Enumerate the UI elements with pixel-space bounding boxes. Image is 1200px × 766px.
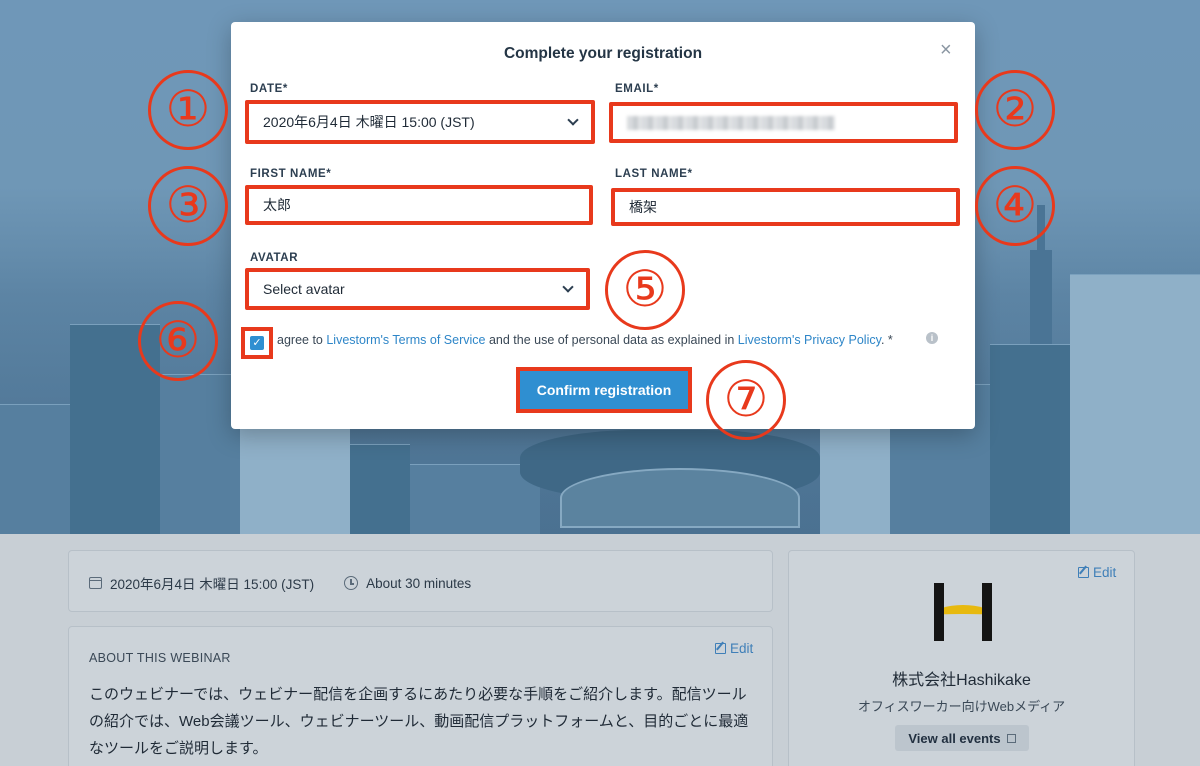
annotation-5: ⑤ xyxy=(605,250,685,330)
edit-label: Edit xyxy=(730,641,754,656)
last-name-field[interactable]: 橋架 xyxy=(611,188,960,226)
about-webinar-card: ABOUT THIS WEBINAR Edit このウェビナーでは、ウェビナー配… xyxy=(68,626,773,766)
building xyxy=(160,374,240,534)
about-edit-link[interactable]: Edit xyxy=(715,641,753,656)
privacy-link[interactable]: Livestorm's Privacy Policy xyxy=(738,333,881,347)
annotation-4: ④ xyxy=(975,166,1055,246)
building xyxy=(990,344,1070,534)
edit-icon xyxy=(1078,567,1089,578)
consent-prefix: agree to xyxy=(277,333,327,347)
check-icon: ✓ xyxy=(250,336,264,350)
annotation-6: ⑥ xyxy=(138,301,218,381)
external-link-icon xyxy=(1006,733,1016,743)
view-all-label: View all events xyxy=(908,730,1001,746)
event-date: 2020年6月4日 木曜日 15:00 (JST) xyxy=(110,577,315,592)
first-name-value: 太郎 xyxy=(263,197,291,213)
logo-bar-left xyxy=(934,583,944,641)
annotation-2: ② xyxy=(975,70,1055,150)
last-name-label: LAST NAME* xyxy=(615,168,693,180)
event-meta-row: 2020年6月4日 木曜日 15:00 (JST) About 30 minut… xyxy=(89,573,471,593)
organizer-name: 株式会社Hashikake xyxy=(892,672,1031,689)
chevron-down-icon xyxy=(567,114,579,126)
annotation-7: ⑦ xyxy=(706,360,786,440)
avatar-select-value: Select avatar xyxy=(263,281,345,297)
info-icon[interactable]: i xyxy=(926,332,938,344)
building xyxy=(1070,274,1200,534)
logo-bar-right xyxy=(982,583,992,641)
about-description: このウェビナーでは、ウェビナー配信を企画するにあたり必要な手順をご紹介します。配… xyxy=(89,686,749,757)
organizer-card: Edit 株式会社Hashikake オフィスワーカー向けWebメディア Vie… xyxy=(788,550,1135,766)
modal-title: Complete your registration xyxy=(503,45,703,62)
organizer-logo xyxy=(934,583,992,641)
email-field[interactable] xyxy=(609,102,958,143)
consent-suffix: . * xyxy=(880,333,893,347)
annotation-3: ③ xyxy=(148,166,228,246)
event-duration: About 30 minutes xyxy=(366,575,472,591)
organizer-subtitle: オフィスワーカー向けWebメディア xyxy=(857,699,1066,714)
avatar-select[interactable]: Select avatar xyxy=(245,268,590,310)
annotation-1: ① xyxy=(148,70,228,150)
stadium xyxy=(560,468,800,528)
edit-label: Edit xyxy=(1093,565,1117,580)
last-name-value: 橋架 xyxy=(629,199,657,215)
about-title: ABOUT THIS WEBINAR xyxy=(89,651,231,665)
email-blurred-value xyxy=(627,115,835,130)
building xyxy=(240,414,350,534)
date-select[interactable]: 2020年6月4日 木曜日 15:00 (JST) xyxy=(245,100,595,144)
date-select-value: 2020年6月4日 木曜日 15:00 (JST) xyxy=(263,114,475,130)
calendar-icon xyxy=(89,577,102,589)
building xyxy=(350,444,410,534)
email-label: EMAIL* xyxy=(615,83,659,95)
registration-modal: Complete your registration × DATE* 2020年… xyxy=(231,22,975,429)
consent-text: agree to Livestorm's Terms of Service an… xyxy=(277,333,893,347)
first-name-label: FIRST NAME* xyxy=(250,168,332,180)
consent-checkbox[interactable]: ✓ xyxy=(241,327,273,359)
clock-icon xyxy=(344,576,359,590)
first-name-field[interactable]: 太郎 xyxy=(245,185,593,225)
building xyxy=(820,424,890,534)
date-label: DATE* xyxy=(250,83,288,95)
edit-icon xyxy=(715,643,726,654)
terms-link[interactable]: Livestorm's Terms of Service xyxy=(326,333,485,347)
avatar-label: AVATAR xyxy=(250,252,299,264)
close-icon[interactable]: × xyxy=(940,40,952,60)
chevron-down-icon xyxy=(562,281,574,293)
confirm-registration-button[interactable]: Confirm registration xyxy=(516,367,692,413)
view-all-events-button[interactable]: View all events xyxy=(895,725,1029,751)
organizer-edit-link[interactable]: Edit xyxy=(1078,565,1116,580)
building xyxy=(0,404,70,534)
consent-middle: and the use of personal data as explaine… xyxy=(485,333,738,347)
event-meta-card: 2020年6月4日 木曜日 15:00 (JST) About 30 minut… xyxy=(68,550,773,612)
